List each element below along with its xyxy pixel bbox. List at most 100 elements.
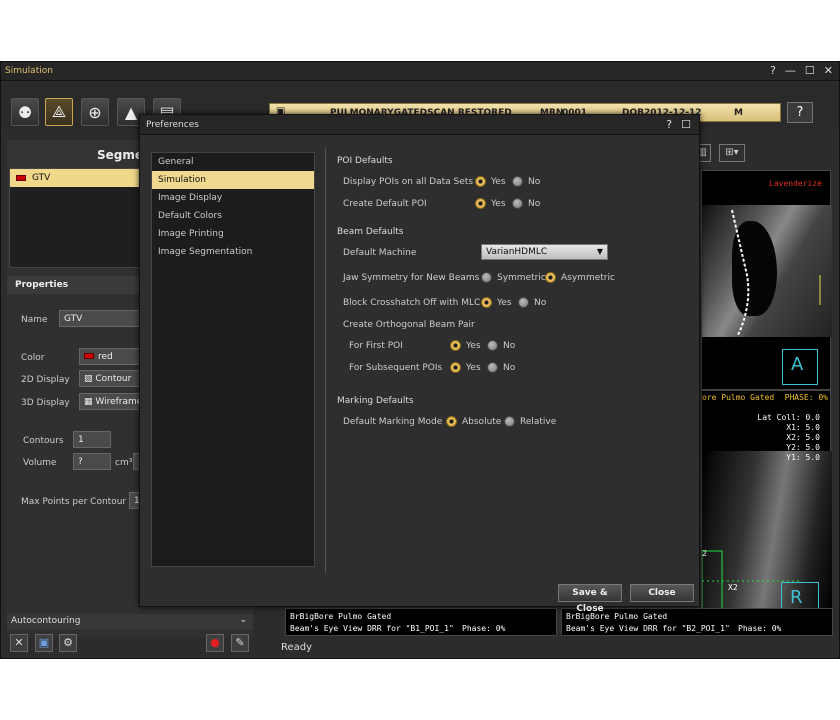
radio-icon — [545, 272, 556, 283]
create-default-poi-yes-radio[interactable]: Yes — [475, 198, 506, 209]
crosshatch-yes-radio[interactable]: Yes — [481, 297, 512, 308]
save-close-button[interactable]: Save & Close — [558, 584, 622, 614]
close-icon: ✕ — [14, 636, 24, 649]
nav-item-default-colors[interactable]: Default Colors — [152, 207, 314, 225]
jaw-asymmetric-radio[interactable]: Asymmetric — [545, 272, 615, 283]
radio-label: Yes — [466, 340, 481, 351]
orientation-a-icon: A — [782, 349, 818, 385]
subsequent-pois-label: For Subsequent POIs — [349, 363, 443, 373]
viewer-desc: Beam's Eye View DRR for "B2_POI_1" — [566, 624, 730, 633]
nav-item-image-segmentation[interactable]: Image Segmentation — [152, 243, 314, 261]
marking-defaults-title: Marking Defaults — [337, 396, 414, 406]
radio-icon — [512, 198, 523, 209]
subsequent-pois-yes-radio[interactable]: Yes — [450, 362, 481, 373]
poi-tool-button[interactable]: ⚉ — [11, 98, 39, 126]
viewer-bottom-left[interactable]: BrBigBore Pulmo Gated Beam's Eye View DR… — [285, 608, 557, 636]
marking-absolute-radio[interactable]: Absolute — [446, 416, 501, 427]
save-button[interactable]: ▣ — [35, 634, 53, 652]
radio-label: No — [503, 362, 516, 373]
crosshatch-no-radio[interactable]: No — [518, 297, 546, 308]
minimize-icon[interactable]: — — [785, 64, 796, 77]
orthogonal-pair-label: Create Orthogonal Beam Pair — [343, 320, 475, 330]
help-icon[interactable]: ? — [770, 64, 776, 77]
create-default-poi-label: Create Default POI — [343, 199, 427, 209]
radio-label: No — [503, 340, 516, 351]
radio-label: Yes — [491, 198, 506, 209]
radio-icon — [475, 176, 486, 187]
nav-item-simulation[interactable]: Simulation — [152, 171, 314, 189]
record-button[interactable]: ● — [206, 634, 224, 652]
settings-button[interactable]: ⚙ — [59, 634, 77, 652]
nav-item-general[interactable]: General — [152, 153, 314, 171]
maxpoints-label: Max Points per Contour — [21, 497, 127, 507]
y2-value: Y2: 5.0 — [786, 443, 820, 452]
nav-item-image-display[interactable]: Image Display — [152, 189, 314, 207]
radio-icon — [481, 297, 492, 308]
jaw-symmetric-radio[interactable]: Symmetric — [481, 272, 546, 283]
help-icon: ? — [796, 105, 804, 120]
marker-2: 2 — [702, 549, 707, 558]
x1-value: X1: 5.0 — [786, 423, 820, 432]
dialog-title: Preferences — [146, 120, 199, 130]
viewer-middle-right[interactable]: ore Pulmo Gated PHASE: 0% Lat Coll: 0.0 … — [701, 390, 832, 620]
beam-tool-button[interactable]: ⟁ — [45, 98, 73, 126]
jaw-symmetry-label: Jaw Symmetry for New Beams — [343, 273, 480, 283]
display2d-select[interactable]: ▧ Contour — [79, 370, 143, 387]
viewer-title: ore Pulmo Gated — [702, 393, 775, 402]
marking-relative-radio[interactable]: Relative — [504, 416, 556, 427]
first-poi-yes-radio[interactable]: Yes — [450, 340, 481, 351]
wireframe-icon: ▦ — [84, 397, 96, 407]
viewer-desc: Beam's Eye View DRR for "B1_POI_1" — [290, 624, 454, 633]
cone-icon: ▲ — [124, 102, 138, 122]
radio-label: Yes — [497, 297, 512, 308]
radio-icon — [487, 340, 498, 351]
radio-icon — [475, 198, 486, 209]
help-button[interactable]: ? — [787, 102, 813, 123]
subsequent-pois-no-radio[interactable]: No — [487, 362, 515, 373]
first-poi-no-radio[interactable]: No — [487, 340, 515, 351]
radio-label: Absolute — [462, 416, 502, 427]
default-machine-select[interactable]: VarianHDMLC ▼ — [481, 244, 608, 260]
nav-item-image-printing[interactable]: Image Printing — [152, 225, 314, 243]
brand-label: Lavenderize — [769, 179, 822, 188]
crosshair-tool-button[interactable]: ⊕ — [81, 98, 109, 126]
crosshatch-label: Block Crosshatch Off with MLC — [343, 298, 481, 308]
maximize-icon[interactable]: ☐ — [681, 118, 691, 131]
beam-icon: ⟁ — [51, 102, 67, 121]
pencil-icon: ✎ — [235, 636, 245, 649]
radio-icon — [504, 416, 515, 427]
preferences-nav: General Simulation Image Display Default… — [151, 152, 315, 567]
create-default-poi-no-radio[interactable]: No — [512, 198, 540, 209]
default-machine-value: VarianHDMLC — [486, 247, 548, 257]
maximize-icon[interactable]: ☐ — [805, 64, 815, 77]
marking-mode-label: Default Marking Mode — [343, 417, 443, 427]
help-icon[interactable]: ? — [666, 118, 672, 131]
contour-icon: ▧ — [84, 374, 96, 384]
divider — [325, 148, 326, 573]
name-field[interactable]: GTV — [59, 310, 143, 327]
contour-overlay — [731, 209, 821, 336]
x2-value: X2: 5.0 — [786, 433, 820, 442]
display3d-value: Wireframe — [95, 397, 143, 407]
sex-value: M — [734, 108, 743, 118]
color-value: red — [98, 352, 113, 362]
radio-icon — [446, 416, 457, 427]
radio-label: Symmetric — [497, 272, 546, 283]
delete-button[interactable]: ✕ — [10, 634, 28, 652]
viewer-top-right[interactable]: Lavenderize A — [701, 170, 832, 390]
display3d-select[interactable]: ▦ Wireframe — [79, 393, 143, 410]
status-text: Ready — [281, 642, 313, 653]
chevron-down-icon: ⌄ — [239, 615, 247, 625]
chevron-down-icon: ▼ — [596, 247, 603, 256]
close-button[interactable]: Close — [630, 584, 694, 602]
edit-button[interactable]: ✎ — [231, 634, 249, 652]
layout-grid-button[interactable]: ⊞▾ — [719, 144, 745, 162]
display-pois-label: Display POIs on all Data Sets — [343, 177, 474, 187]
viewer-phase: Phase: 0% — [738, 624, 782, 633]
autocontouring-header[interactable]: Autocontouring ⌄ — [7, 614, 253, 630]
display-pois-no-radio[interactable]: No — [512, 176, 540, 187]
color-select[interactable]: red — [79, 348, 143, 365]
close-icon[interactable]: ✕ — [824, 64, 833, 77]
display-pois-yes-radio[interactable]: Yes — [475, 176, 506, 187]
radio-icon — [518, 297, 529, 308]
